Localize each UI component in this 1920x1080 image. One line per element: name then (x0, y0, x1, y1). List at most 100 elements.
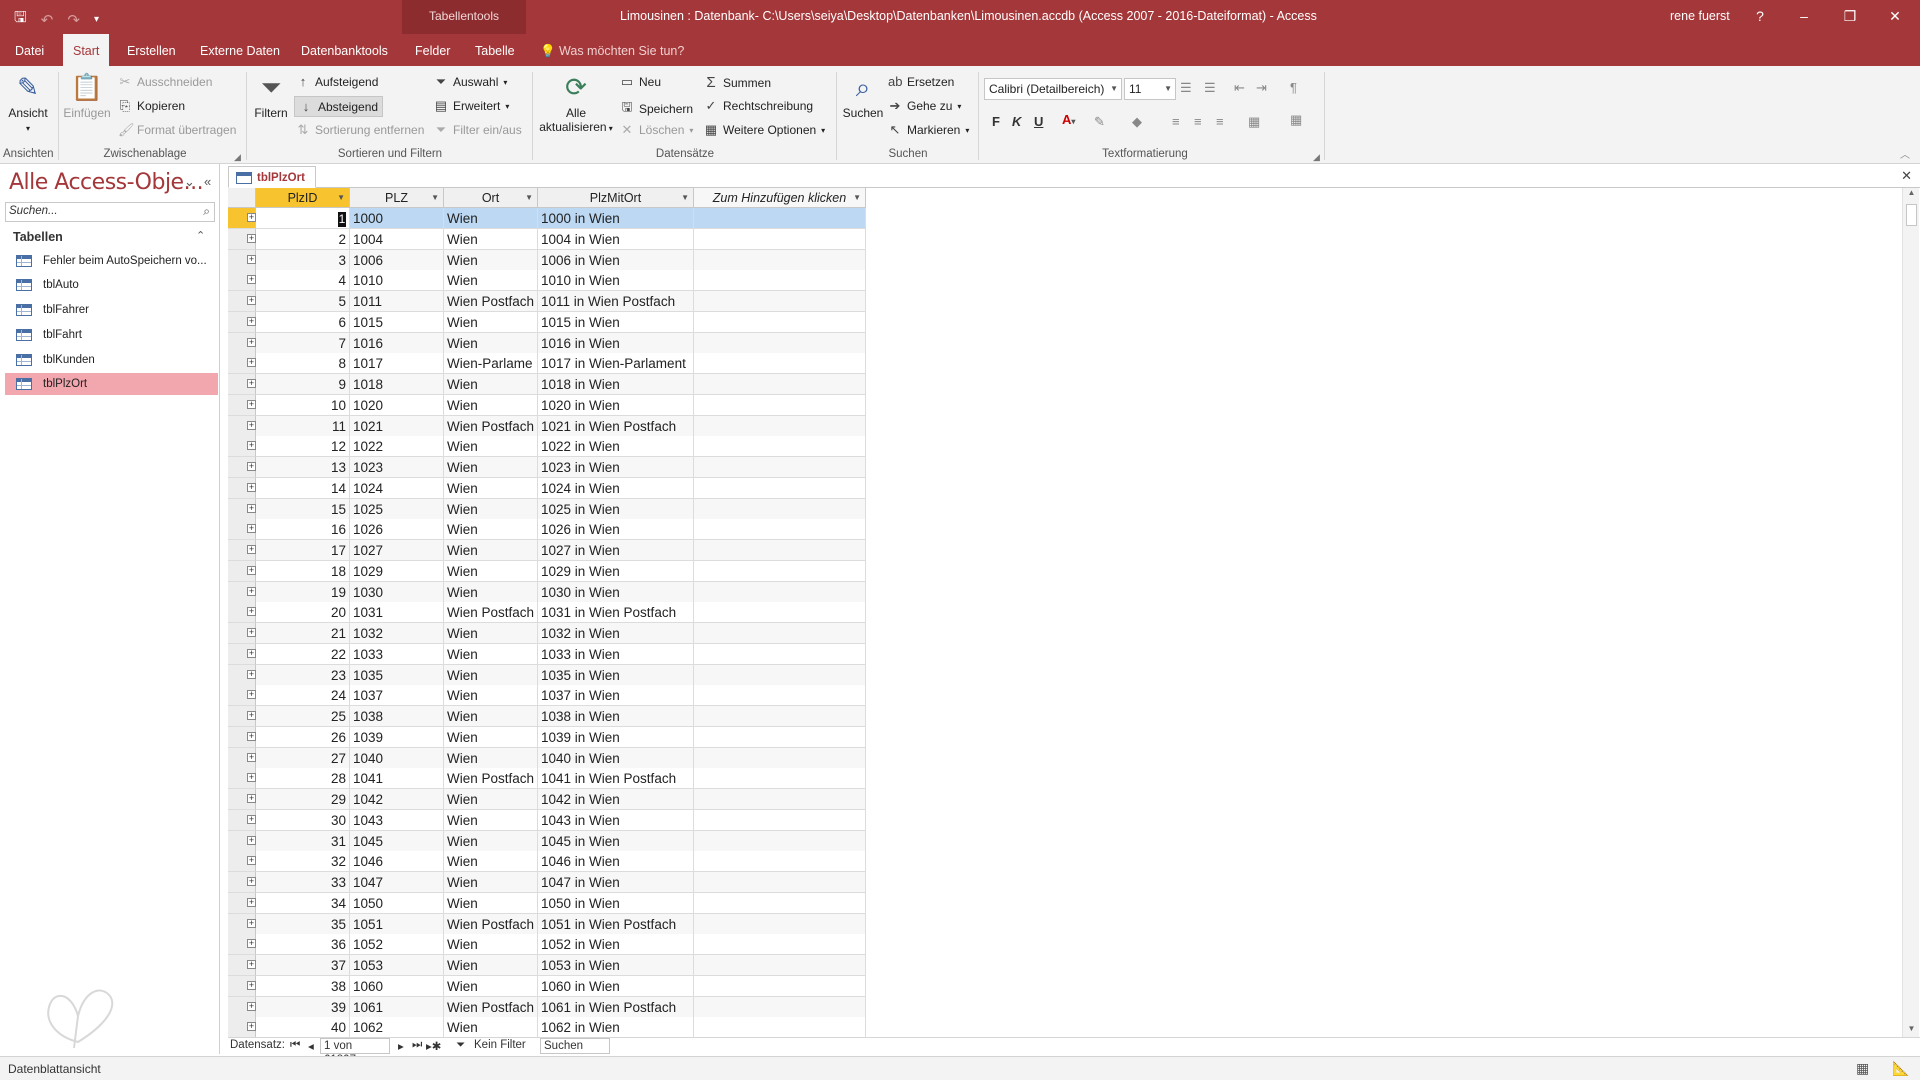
format-painter-button[interactable]: 🖌 Format übertragen (118, 122, 236, 138)
table-row[interactable]: +24 1037 Wien 1037 in Wien (228, 685, 868, 707)
underline-button[interactable]: U (1034, 114, 1043, 129)
cell-ort[interactable]: Wien (444, 249, 538, 271)
remove-sort-button[interactable]: ⇅ Sortierung entfernen (296, 122, 425, 138)
expand-subdatasheet-icon[interactable]: + (247, 358, 256, 368)
cell-ort[interactable]: Wien (444, 311, 538, 333)
expand-subdatasheet-icon[interactable]: + (247, 814, 256, 824)
expand-subdatasheet-icon[interactable]: + (247, 296, 256, 305)
save-record-button[interactable]: 🖫 Speichern (620, 98, 693, 120)
cell-plz[interactable]: 1030 (350, 581, 444, 603)
column-dropdown-icon[interactable]: ▼ (431, 188, 439, 208)
expand-subdatasheet-icon[interactable]: + (247, 918, 256, 928)
cell-plzid[interactable]: 8 (256, 353, 350, 375)
cell-add-field[interactable] (694, 664, 866, 686)
record-selector[interactable]: + (228, 332, 256, 354)
cell-plzid[interactable]: 5 (256, 291, 350, 312)
table-row[interactable]: +5 1011 Wien Postfach 1011 in Wien Postfach (228, 291, 868, 312)
cell-add-field[interactable] (694, 955, 866, 976)
cell-plzid[interactable]: 27 (256, 747, 350, 769)
cell-plzid[interactable]: 1 (256, 208, 350, 229)
expand-subdatasheet-icon[interactable]: + (247, 482, 256, 492)
cell-plz[interactable]: 1010 (350, 270, 444, 292)
table-row[interactable]: +14 1024 Wien 1024 in Wien (228, 477, 868, 499)
cell-ort[interactable]: Wien (444, 809, 538, 831)
restore-button[interactable]: ❐ (1828, 0, 1872, 34)
cell-plzid[interactable]: 19 (256, 581, 350, 603)
expand-subdatasheet-icon[interactable]: + (247, 420, 256, 430)
cell-add-field[interactable] (694, 353, 866, 375)
cell-plzmitort[interactable]: 1018 in Wien (538, 374, 694, 395)
cell-ort[interactable]: Wien (444, 477, 538, 499)
cell-ort[interactable]: Wien (444, 664, 538, 686)
cell-add-field[interactable] (694, 851, 866, 873)
expand-subdatasheet-icon[interactable]: + (247, 565, 256, 575)
cell-add-field[interactable] (694, 519, 866, 541)
delete-record-button[interactable]: ✕ Löschen ▾ (620, 122, 694, 138)
expand-subdatasheet-icon[interactable]: + (247, 441, 256, 451)
record-selector[interactable]: + (228, 540, 256, 561)
design-view-icon[interactable]: 📐 (1892, 1060, 1909, 1077)
cell-add-field[interactable] (694, 643, 866, 665)
selection-filter-button[interactable]: ⏷ Auswahl ▾ (434, 74, 508, 90)
cell-plzid[interactable]: 21 (256, 623, 350, 644)
cell-plzmitort[interactable]: 1016 in Wien (538, 332, 694, 354)
cell-plz[interactable]: 1006 (350, 249, 444, 271)
cell-plz[interactable]: 1042 (350, 789, 444, 810)
cell-ort[interactable]: Wien (444, 228, 538, 250)
cell-plzmitort[interactable]: 1021 in Wien Postfach (538, 415, 694, 437)
cell-plzid[interactable]: 3 (256, 249, 350, 271)
record-selector[interactable]: + (228, 830, 256, 852)
cell-add-field[interactable] (694, 872, 866, 893)
table-row[interactable]: +17 1027 Wien 1027 in Wien (228, 540, 868, 561)
align-left-icon[interactable]: ≡ (1172, 114, 1180, 129)
cell-plzmitort[interactable]: 1047 in Wien (538, 872, 694, 893)
highlight-icon[interactable]: ✎ (1094, 114, 1105, 130)
cell-plzmitort[interactable]: 1038 in Wien (538, 706, 694, 727)
cell-plzid[interactable]: 24 (256, 685, 350, 707)
table-row[interactable]: +22 1033 Wien 1033 in Wien (228, 643, 868, 665)
table-row[interactable]: +8 1017 Wien-Parlame 1017 in Wien-Parlament (228, 353, 868, 375)
chevron-up-icon[interactable]: ⌃ (196, 229, 205, 242)
nav-section-tabellen[interactable]: Tabellen (13, 230, 63, 244)
fill-color-icon[interactable]: ◆ (1132, 114, 1142, 130)
expand-subdatasheet-icon[interactable]: + (247, 960, 256, 969)
expand-subdatasheet-icon[interactable]: + (247, 399, 256, 409)
copy-button[interactable]: ⎘ Kopieren (118, 98, 185, 114)
cell-plzmitort[interactable]: 1015 in Wien (538, 311, 694, 333)
cell-ort[interactable]: Wien (444, 643, 538, 665)
cell-plzmitort[interactable]: 1030 in Wien (538, 581, 694, 603)
table-row[interactable]: +13 1023 Wien 1023 in Wien (228, 457, 868, 478)
replace-button[interactable]: ab Ersetzen (888, 74, 954, 89)
table-row[interactable]: +11 1021 Wien Postfach 1021 in Wien Postfac… (228, 415, 868, 437)
cell-plz[interactable]: 1017 (350, 353, 444, 375)
expand-subdatasheet-icon[interactable]: + (247, 233, 256, 243)
more-options-button[interactable]: ▦ Weitere Optionen ▾ (704, 122, 825, 138)
font-color-icon[interactable]: A▾ (1062, 112, 1075, 127)
cell-plz[interactable]: 1033 (350, 643, 444, 665)
cell-ort[interactable]: Wien (444, 540, 538, 561)
cell-ort[interactable]: Wien (444, 726, 538, 748)
cell-add-field[interactable] (694, 374, 866, 395)
scroll-up-icon[interactable]: ▲ (1903, 188, 1920, 202)
cell-add-field[interactable] (694, 934, 866, 956)
cell-plzmitort[interactable]: 1043 in Wien (538, 809, 694, 831)
cell-ort[interactable]: Wien (444, 498, 538, 520)
cell-add-field[interactable] (694, 830, 866, 852)
cell-plzmitort[interactable]: 1024 in Wien (538, 477, 694, 499)
expand-subdatasheet-icon[interactable]: + (247, 254, 256, 264)
expand-subdatasheet-icon[interactable]: + (247, 337, 256, 347)
cell-ort[interactable]: Wien (444, 851, 538, 873)
minimize-button[interactable]: – (1782, 0, 1826, 34)
column-dropdown-icon[interactable]: ▼ (853, 188, 861, 208)
toggle-filter-button[interactable]: ⏷ Filter ein/aus (434, 122, 522, 138)
cell-plz[interactable]: 1045 (350, 830, 444, 852)
tab-felder[interactable]: Felder (405, 34, 460, 66)
font-family-select[interactable]: Calibri (Detailbereich) ▼ (984, 78, 1122, 100)
cell-plzid[interactable]: 11 (256, 415, 350, 437)
cell-add-field[interactable] (694, 311, 866, 333)
record-selector[interactable]: + (228, 457, 256, 478)
cell-add-field[interactable] (694, 270, 866, 292)
nav-item-tblplzort[interactable]: tblPlzOrt (5, 373, 218, 395)
expand-subdatasheet-icon[interactable]: + (247, 794, 256, 803)
cell-plzid[interactable]: 17 (256, 540, 350, 561)
